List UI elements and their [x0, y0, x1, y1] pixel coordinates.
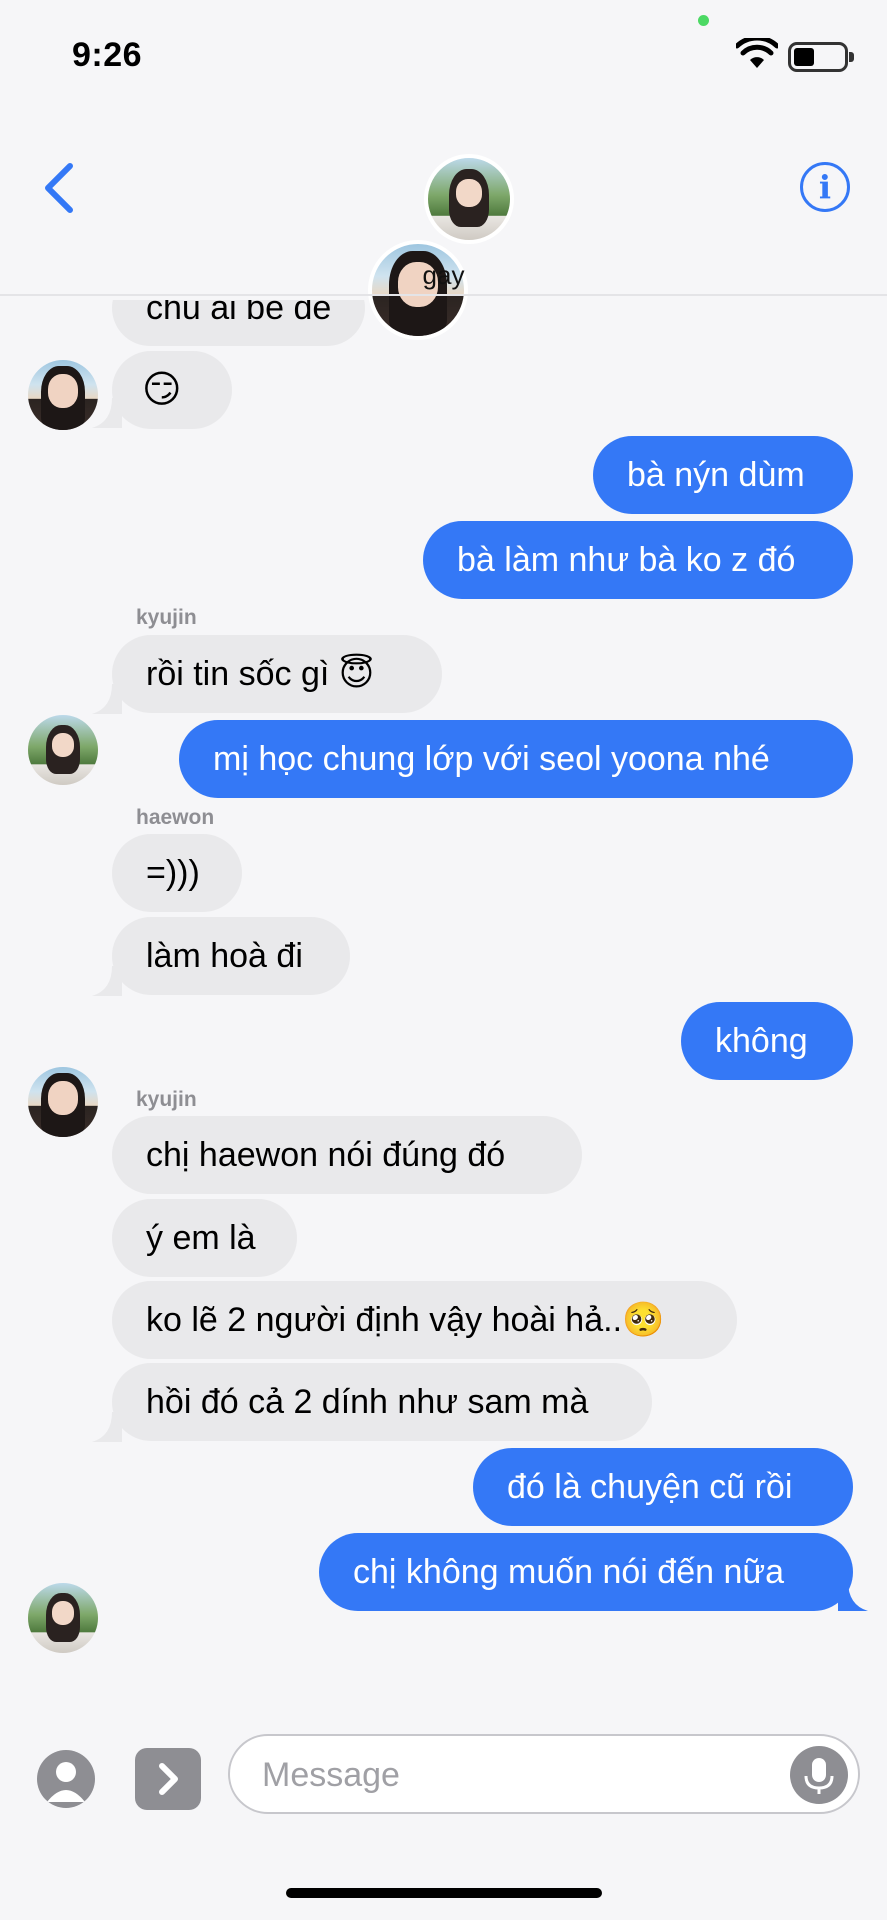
- message-bubble-outgoing[interactable]: bà nýn dùm: [593, 436, 853, 514]
- message-bubble-incoming[interactable]: ko lẽ 2 người định vậy hoài hả..🥺: [112, 1281, 737, 1359]
- privacy-indicator-dot: [698, 15, 709, 26]
- microphone-icon: [804, 1758, 834, 1794]
- back-chevron-icon[interactable]: [40, 162, 76, 214]
- bubble-tail: [838, 1581, 868, 1611]
- compose-bar: [0, 1700, 887, 1920]
- message-input[interactable]: [262, 1750, 742, 1800]
- message-bubble-incoming[interactable]: hồi đó cả 2 dính như sam mà: [112, 1363, 652, 1441]
- message-bubble-outgoing[interactable]: không: [681, 1002, 853, 1080]
- sender-avatar-kyujin: [28, 1583, 98, 1653]
- apps-expand-button[interactable]: [135, 1748, 201, 1810]
- sender-name-label: haewon: [136, 806, 215, 829]
- home-indicator[interactable]: [286, 1888, 602, 1898]
- sender-avatar-kyujin: [28, 715, 98, 785]
- info-icon[interactable]: i: [800, 162, 850, 212]
- status-time: 9:26: [72, 36, 143, 74]
- message-bubble-incoming[interactable]: làm hoà đi: [112, 917, 350, 995]
- sender-name-label: kyujin: [136, 606, 197, 629]
- message-bubble-incoming[interactable]: =))): [112, 834, 242, 912]
- group-avatar-stack[interactable]: [368, 150, 518, 340]
- message-bubble-outgoing[interactable]: đó là chuyện cũ rồi: [473, 1448, 853, 1526]
- sender-avatar-haewon: [28, 1067, 98, 1137]
- chevron-right-icon: [159, 1763, 178, 1795]
- contact-photo-button[interactable]: [37, 1750, 95, 1808]
- header-divider: [0, 294, 887, 296]
- status-bar: 9:26: [0, 0, 887, 110]
- conversation-title[interactable]: gay: [0, 260, 887, 291]
- sender-avatar-haewon: [28, 360, 98, 430]
- message-bubble-incoming[interactable]: rồi tin sốc gì 😇: [112, 635, 442, 713]
- message-bubble-outgoing[interactable]: bà làm như bà ko z đó: [423, 521, 853, 599]
- sender-name-label: kyujin: [136, 1088, 197, 1111]
- message-bubble-outgoing[interactable]: mị học chung lớp với seol yoona nhé: [179, 720, 853, 798]
- message-field[interactable]: [228, 1734, 860, 1814]
- dictation-button[interactable]: [790, 1746, 848, 1804]
- message-bubble-incoming[interactable]: 😏: [112, 351, 232, 429]
- group-member-avatar-kyujin: [424, 154, 514, 244]
- message-bubble-incoming[interactable]: ý em là: [112, 1199, 297, 1277]
- message-bubble-incoming[interactable]: chị haewon nói đúng đó: [112, 1116, 582, 1194]
- conversation-header: gay i: [0, 110, 887, 340]
- battery-icon: [788, 42, 854, 72]
- message-bubble-outgoing[interactable]: chị không muốn nói đến nữa: [319, 1533, 853, 1611]
- person-icon: [47, 1762, 85, 1802]
- wifi-icon: [736, 38, 778, 68]
